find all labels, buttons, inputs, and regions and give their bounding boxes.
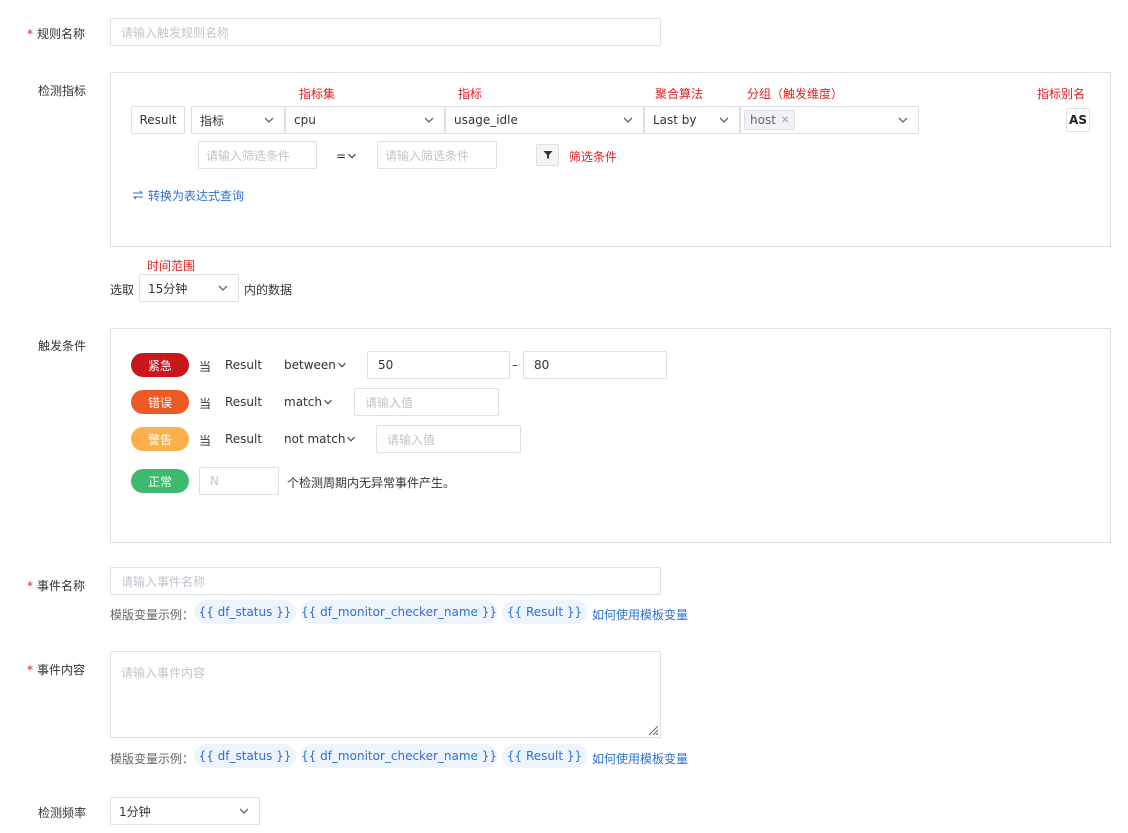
resize-handle-icon[interactable]: [647, 724, 659, 739]
group-select[interactable]: host ✕: [740, 106, 919, 134]
time-range-select[interactable]: 15分钟: [139, 274, 239, 302]
event-name-label: * 事件名称: [27, 579, 86, 593]
filter-operator-select[interactable]: =: [336, 149, 358, 163]
metric-set-select[interactable]: cpu: [285, 106, 445, 134]
annotation-time-range: 时间范围: [147, 259, 196, 273]
frequency-select[interactable]: 1分钟: [110, 797, 260, 825]
filter-icon[interactable]: [536, 144, 559, 166]
result-label-box: Result: [131, 106, 185, 134]
chevron-down-icon: [896, 113, 910, 127]
trigger-target: Result: [225, 358, 263, 372]
swap-icon: [132, 189, 144, 203]
level-badge-normal: 正常: [131, 469, 189, 493]
annotation-alias: 指标别名: [1037, 87, 1086, 101]
trigger-label: 触发条件: [38, 339, 87, 353]
metric-select[interactable]: usage_idle: [445, 106, 644, 134]
warning-value-input[interactable]: 请输入值: [376, 425, 521, 453]
close-icon[interactable]: ✕: [781, 115, 789, 126]
annotation-metric: 指标: [458, 87, 483, 101]
template-var-result[interactable]: {{ Result }}: [502, 744, 587, 768]
chevron-down-icon: [322, 395, 334, 409]
template-help-link[interactable]: 如何使用模板变量: [592, 750, 688, 767]
chevron-down-icon: [336, 358, 348, 372]
level-badge-warning: 警告: [131, 427, 189, 451]
template-var-result[interactable]: {{ Result }}: [502, 600, 587, 624]
chevron-down-icon: [621, 113, 635, 127]
level-badge-error: 错误: [131, 390, 189, 414]
range-separator: –: [512, 358, 518, 372]
annotation-aggregation: 聚合算法: [655, 87, 704, 101]
metric-type-select[interactable]: 指标: [191, 106, 285, 134]
chevron-down-icon: [345, 432, 357, 446]
chevron-down-icon: [717, 113, 731, 127]
event-name-input[interactable]: 请输入事件名称: [110, 567, 661, 595]
aggregation-select[interactable]: Last by: [644, 106, 740, 134]
critical-min-input[interactable]: 50: [367, 351, 510, 379]
event-content-textarea[interactable]: 请输入事件内容: [110, 651, 661, 738]
when-label: 当: [199, 360, 212, 374]
chevron-down-icon: [346, 149, 358, 163]
annotation-metric-set: 指标集: [299, 87, 336, 101]
template-var-df-status[interactable]: {{ df_status }}: [194, 600, 296, 624]
normal-description: 个检测周期内无异常事件产生。: [287, 476, 456, 490]
template-var-checker-name[interactable]: {{ df_monitor_checker_name }}: [301, 744, 497, 768]
template-vars-label: 模版变量示例：: [110, 608, 195, 622]
level-badge-critical: 紧急: [131, 353, 189, 377]
rule-name-input[interactable]: 请输入触发规则名称: [110, 18, 661, 46]
rule-name-label: * 规则名称: [27, 27, 86, 41]
operator-select-critical[interactable]: between: [284, 358, 348, 372]
filter-value-input[interactable]: 请输入筛选条件: [377, 141, 497, 169]
normal-period-input[interactable]: N: [199, 467, 279, 495]
alias-button[interactable]: AS: [1066, 108, 1090, 132]
when-label: 当: [199, 397, 212, 411]
event-content-label: * 事件内容: [27, 663, 86, 677]
annotation-group: 分组（触发维度）: [747, 87, 844, 101]
critical-max-input[interactable]: 80: [523, 351, 667, 379]
chevron-down-icon: [422, 113, 436, 127]
chevron-down-icon: [216, 281, 230, 295]
trigger-target: Result: [225, 432, 263, 446]
template-var-df-status[interactable]: {{ df_status }}: [194, 744, 296, 768]
annotation-filter: 筛选条件: [569, 150, 618, 164]
trigger-target: Result: [225, 395, 263, 409]
time-range-suffix: 内的数据: [244, 283, 293, 297]
detect-metric-label: 检测指标: [38, 84, 87, 98]
filter-key-input[interactable]: 请输入筛选条件: [198, 141, 317, 169]
error-value-input[interactable]: 请输入值: [354, 388, 499, 416]
convert-expression-link[interactable]: 转换为表达式查询: [132, 187, 244, 204]
template-help-link[interactable]: 如何使用模板变量: [592, 606, 688, 623]
operator-select-warning[interactable]: not match: [284, 432, 357, 446]
template-var-checker-name[interactable]: {{ df_monitor_checker_name }}: [301, 600, 497, 624]
chevron-down-icon: [237, 804, 251, 818]
group-tag: host ✕: [744, 110, 796, 130]
operator-select-error[interactable]: match: [284, 395, 334, 409]
time-range-prefix: 选取: [110, 283, 135, 297]
when-label: 当: [199, 434, 212, 448]
chevron-down-icon: [262, 113, 276, 127]
template-vars-label: 模版变量示例：: [110, 752, 195, 766]
frequency-label: 检测频率: [38, 806, 87, 820]
